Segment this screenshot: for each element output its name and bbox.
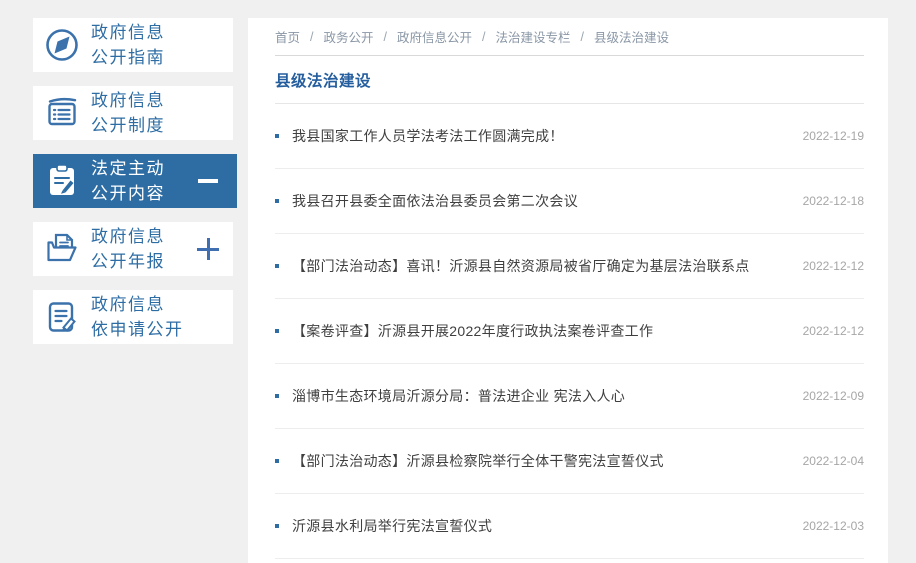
- folder-document-icon: [42, 229, 82, 269]
- bullet-icon: [275, 134, 279, 138]
- bullet-icon: [275, 394, 279, 398]
- article-link[interactable]: 【案卷评查】沂源县开展2022年度行政执法案卷评查工作: [292, 321, 789, 341]
- article-row: 淄博市生态环境局沂源分局：普法进企业 宪法入人心 2022-12-09: [275, 364, 864, 429]
- bullet-icon: [275, 524, 279, 528]
- breadcrumb-separator: /: [580, 29, 584, 44]
- article-date: 2022-12-09: [802, 389, 864, 403]
- article-row: 【部门法治动态】喜讯！沂源县自然资源局被省厅确定为基层法治联系点 2022-12…: [275, 234, 864, 299]
- article-row: 【案卷评查】沂源县开展2022年度行政执法案卷评查工作 2022-12-12: [275, 299, 864, 364]
- article-row: 【部门法治动态】沂源县检察院举行全体干警宪法宣誓仪式 2022-12-04: [275, 429, 864, 494]
- clipboard-pen-icon: [42, 161, 82, 201]
- expand-icon[interactable]: [196, 237, 220, 261]
- article-date: 2022-12-03: [802, 519, 864, 533]
- content-panel: 首页 / 政务公开 / 政府信息公开 / 法治建设专栏 / 县级法治建设 县级法治建设 我县国家…: [248, 18, 888, 563]
- sidebar-nav: 政府信息 公开指南 政府信息 公开制度 法定主动 公开内容 政府信息 公开年报 政府信息…: [33, 18, 243, 358]
- article-date: 2022-12-12: [802, 324, 864, 338]
- section-header: 县级法治建设: [275, 56, 864, 104]
- article-date: 2022-12-19: [802, 129, 864, 143]
- breadcrumb-link[interactable]: 政府信息公开: [397, 27, 472, 46]
- article-link[interactable]: 沂源县水利局举行宪法宣誓仪式: [292, 516, 789, 536]
- bullet-icon: [275, 199, 279, 203]
- compass-icon: [42, 25, 82, 65]
- breadcrumb-link[interactable]: 政务公开: [324, 27, 374, 46]
- sidebar-item[interactable]: 政府信息 依申请公开: [33, 290, 233, 344]
- sidebar-item[interactable]: 法定主动 公开内容: [33, 154, 237, 208]
- sidebar-item-label: 法定主动 公开内容: [91, 159, 165, 203]
- breadcrumb: 首页 / 政务公开 / 政府信息公开 / 法治建设专栏 / 县级法治建设: [275, 18, 864, 56]
- sidebar-item-label: 政府信息 公开指南: [91, 23, 165, 67]
- article-link[interactable]: 【部门法治动态】沂源县检察院举行全体干警宪法宣誓仪式: [292, 451, 789, 471]
- sidebar-item-label: 政府信息 公开年报: [91, 227, 165, 271]
- bullet-icon: [275, 264, 279, 268]
- collapse-icon[interactable]: [196, 169, 220, 193]
- bullet-icon: [275, 329, 279, 333]
- article-date: 2022-12-18: [802, 194, 864, 208]
- breadcrumb-current: 县级法治建设: [594, 31, 670, 45]
- page-title: 县级法治建设: [275, 72, 372, 90]
- article-link[interactable]: 【部门法治动态】喜讯！沂源县自然资源局被省厅确定为基层法治联系点: [292, 256, 789, 276]
- article-list: 我县国家工作人员学法考法工作圆满完成！ 2022-12-19 我县召开县委全面依…: [275, 104, 864, 559]
- article-row: 沂源县水利局举行宪法宣誓仪式 2022-12-03: [275, 494, 864, 559]
- breadcrumb-separator: /: [482, 29, 486, 44]
- breadcrumb-link[interactable]: 首页: [275, 27, 300, 46]
- sidebar-item[interactable]: 政府信息 公开指南: [33, 18, 233, 72]
- notebook-list-icon: [42, 93, 82, 133]
- article-row: 我县国家工作人员学法考法工作圆满完成！ 2022-12-19: [275, 104, 864, 169]
- breadcrumb-link[interactable]: 法治建设专栏: [496, 27, 571, 46]
- article-link[interactable]: 我县召开县委全面依法治县委员会第二次会议: [292, 191, 789, 211]
- sidebar-item[interactable]: 政府信息 公开年报: [33, 222, 233, 276]
- sidebar-item[interactable]: 政府信息 公开制度: [33, 86, 233, 140]
- breadcrumb-separator: /: [383, 29, 387, 44]
- document-pen-icon: [42, 297, 82, 337]
- article-date: 2022-12-04: [802, 454, 864, 468]
- article-link[interactable]: 我县国家工作人员学法考法工作圆满完成！: [292, 126, 789, 146]
- bullet-icon: [275, 459, 279, 463]
- sidebar-item-label: 政府信息 依申请公开: [91, 295, 184, 339]
- breadcrumb-separator: /: [310, 29, 314, 44]
- article-link[interactable]: 淄博市生态环境局沂源分局：普法进企业 宪法入人心: [292, 386, 789, 406]
- article-date: 2022-12-12: [802, 259, 864, 273]
- sidebar-item-label: 政府信息 公开制度: [91, 91, 165, 135]
- article-row: 我县召开县委全面依法治县委员会第二次会议 2022-12-18: [275, 169, 864, 234]
